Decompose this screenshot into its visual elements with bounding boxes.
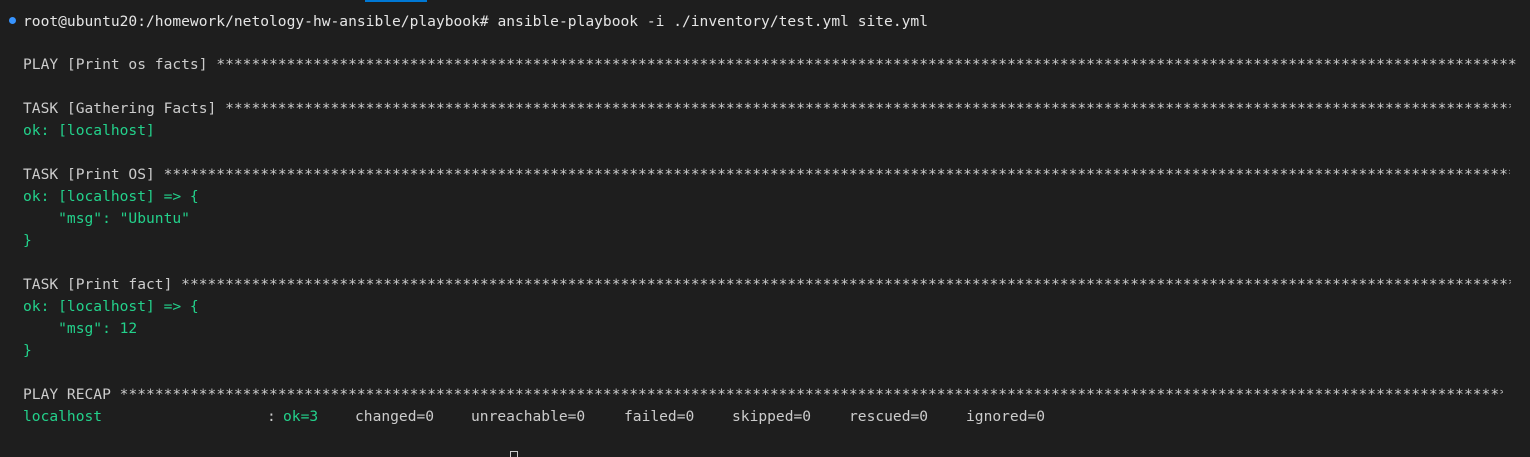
play-header-label: PLAY [Print os facts] [23,56,208,73]
task-header-line: TASK [Gathering Facts] *****************… [23,98,1511,120]
recap-changed-count: changed=0 [355,408,435,425]
task-header-stars: ****************************************… [181,276,1512,293]
task-header-label: TASK [Gathering Facts] [23,100,217,117]
recap-header-line: PLAY RECAP *****************************… [23,384,1503,406]
tab-strip-remnant [0,0,1530,3]
task-result-line: ok: [localhost] => { [23,298,199,315]
prompt-line: root@ubuntu20:/homework/netology-hw-ansi… [23,11,928,33]
play-header-line: PLAY [Print os facts] ******************… [23,54,1516,76]
task-result-line: ok: [localhost] => { [23,188,199,205]
task-close-line: } [23,232,32,249]
recap-host: localhost [23,408,103,425]
recap-rescued-count: rescued=0 [849,408,929,425]
terminal-cursor [510,451,518,457]
recap-row: localhost: ok=3 changed=0 unreachable=0 fail… [23,406,1045,428]
recap-header-stars: ****************************************… [119,386,1503,403]
recap-failed-count: failed=0 [624,408,695,425]
task-result-line: ok: [localhost] [23,122,155,139]
task-header-stars: ****************************************… [225,100,1511,117]
play-header-stars: ****************************************… [216,56,1517,73]
terminal-panel[interactable]: root@ubuntu20:/homework/netology-hw-ansi… [0,0,1530,457]
recap-skipped-count: skipped=0 [732,408,812,425]
recap-ok-count: ok=3 [283,408,319,425]
task-header-stars: ****************************************… [163,166,1510,183]
task-header-line: TASK [Print OS] ************************… [23,164,1510,186]
recap-unreachable-count: unreachable=0 [471,408,586,425]
command-decoration-icon[interactable] [9,17,16,24]
recap-ignored-count: ignored=0 [966,408,1046,425]
prompt-path: root@ubuntu20:/homework/netology-hw-ansi… [23,13,489,30]
prompt-command: ansible-playbook -i ./inventory/test.yml… [497,13,928,30]
task-msg-line: "msg": 12 [23,320,138,337]
task-msg-line: "msg": "Ubuntu" [23,210,190,227]
active-tab-indicator [365,0,427,2]
task-close-line: } [23,342,32,359]
recap-colon: : [267,408,276,425]
recap-header-label: PLAY RECAP [23,386,111,403]
task-header-label: TASK [Print fact] [23,276,173,293]
task-header-line: TASK [Print fact] **********************… [23,274,1511,296]
task-header-label: TASK [Print OS] [23,166,155,183]
